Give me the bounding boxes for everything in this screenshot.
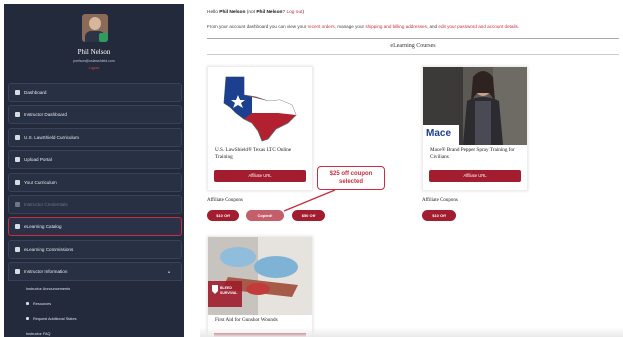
sidebar-item-curriculum[interactable]: U.S. LawShield Curriculum [8,127,182,147]
folder-icon [15,179,20,185]
sidebar-menu: Dashboard Instructor Dashboard U.S. LawS… [8,83,182,337]
dashboard-description: From your account dashboard you can view… [207,24,519,29]
status-badge [99,33,108,42]
affiliate-url-button[interactable]: Affiliate URL [214,170,306,182]
sidebar-subitem-announcements[interactable]: Instructor Announcements [8,281,182,297]
sidebar-subitem-label: Resources [33,301,52,306]
desc-text: From your account dashboard you can view… [207,24,308,29]
coupons-label: Affiliate Coupons [207,198,243,203]
money-icon [15,246,20,252]
course-card: Mace Mace® Brand Pepper Spray Training f… [422,66,528,191]
sidebar-item-label: Instructor Information [24,269,68,275]
greeting-prefix: Hello [207,10,220,15]
section-title: eLearning Courses [390,43,436,49]
coupon-10-off-button[interactable]: $10 Off [207,210,239,221]
profile: Phil Nelson pnelson@uslawshield.com Logo… [4,4,184,80]
upload-icon [15,157,20,163]
callout-line1: $25 off coupon [329,171,373,177]
gauge-icon [15,90,20,95]
greeting-not-user: Phil Nelson [256,10,283,15]
sidebar-item-label: eLearning Commissions [24,246,74,252]
coupon-copied-button[interactable]: Copied! [246,210,284,221]
sidebar-item-label: eLearning Catalog [24,224,62,230]
addresses-link[interactable]: shipping and billing addresses [365,24,427,29]
course-thumbnail[interactable] [208,67,312,145]
logout-link[interactable]: Log out [286,10,302,15]
pin-icon [26,317,29,321]
course-title: U.S. LawShield® Texas LTC Online Trainin… [215,147,292,160]
page: Phil Nelson pnelson@uslawshield.com Logo… [0,0,623,337]
bleed-survival-badge: BLEED SURVIVAL [220,286,237,295]
first-aid-image [208,237,312,315]
course-card: BLEED SURVIVAL First Aid for Gunshot Wou… [207,236,313,337]
greeting-close: ) [302,10,305,15]
sidebar-item-label: Upload Portal [24,157,52,163]
sidebar-item-upload-portal[interactable]: Upload Portal [8,150,182,170]
sidebar-item-label: Dashboard [24,90,47,95]
divider [207,38,619,39]
sidebar-item-dashboard[interactable]: Dashboard [8,83,182,102]
logout-link[interactable]: Logout [4,66,184,70]
course-title: Mace® Brand Pepper Spray Training for Ci… [430,147,515,160]
coupon-10-off-button[interactable]: $10 Off [422,210,456,221]
desc-text: . [517,24,520,29]
sidebar-item-your-curriculum[interactable]: Your Curriculum [8,172,182,192]
mace-logo: Mace [426,128,452,139]
folder-icon [26,302,29,306]
sidebar-item-label: Your Curriculum [24,179,57,185]
sidebar: Phil Nelson pnelson@uslawshield.com Logo… [4,4,184,337]
sidebar-item-label: Instructor Credentials [24,201,68,207]
greeting: Hello Phil Nelson (not Phil Nelson? Log … [207,10,304,15]
course-thumbnail[interactable]: BLEED SURVIVAL [208,237,312,315]
divider [207,54,619,55]
sidebar-subitem-label: Request Additional States [33,316,77,321]
sidebar-item-label: U.S. LawShield Curriculum [24,134,79,140]
desc-text: , and [426,24,439,29]
sidebar-subitem-resources[interactable]: Resources [8,296,182,312]
course-thumbnail[interactable]: Mace [423,67,527,145]
recent-orders-link[interactable]: recent orders [308,24,335,29]
grid-icon [15,112,20,118]
list-icon [15,224,20,230]
avatar[interactable] [82,14,108,42]
affiliate-url-button[interactable]: Affiliate URL [429,170,521,182]
callout-arrow [283,189,336,212]
sidebar-item-elearning-catalog[interactable]: eLearning Catalog [8,217,182,237]
sidebar-subitem-label: Instructor Announcements [26,286,71,291]
sidebar-subitem-request-states[interactable]: Request Additional States [8,311,182,327]
profile-name: Phil Nelson [77,48,111,56]
info-icon [15,269,20,275]
bottom-shadow [200,327,623,337]
course-title: First Aid for Gunshot Wounds [215,317,278,323]
greeting-not: (not [245,10,257,15]
texas-map-image [208,67,312,145]
desc-text: , manage your [334,24,366,29]
profile-email: pnelson@uslawshield.com [73,59,115,63]
id-card-icon [15,201,20,207]
book-icon [15,134,20,140]
sidebar-item-instructor-dashboard[interactable]: Instructor Dashboard [8,105,182,125]
sidebar-item-instructor-information[interactable]: Instructor Information ▲ [8,262,182,282]
sidebar-subitem-faq[interactable]: Instructor FAQ [8,326,182,337]
sidebar-item-label: Instructor Dashboard [24,112,67,118]
badge-line: SURVIVAL [220,290,238,295]
sidebar-item-instructor-credentials[interactable]: Instructor Credentials [8,194,182,214]
greeting-user: Phil Nelson [219,10,246,15]
sidebar-item-elearning-commissions[interactable]: eLearning Commissions [8,239,182,259]
sidebar-subitem-label: Instructor FAQ [26,331,51,336]
account-details-link[interactable]: edit your password and account details [438,24,517,29]
callout-line2: selected [338,179,363,185]
course-card: U.S. LawShield® Texas LTC Online Trainin… [207,66,313,191]
chevron-up-icon[interactable]: ▲ [167,269,171,274]
coupons-label: Affiliate Coupons [422,198,458,203]
